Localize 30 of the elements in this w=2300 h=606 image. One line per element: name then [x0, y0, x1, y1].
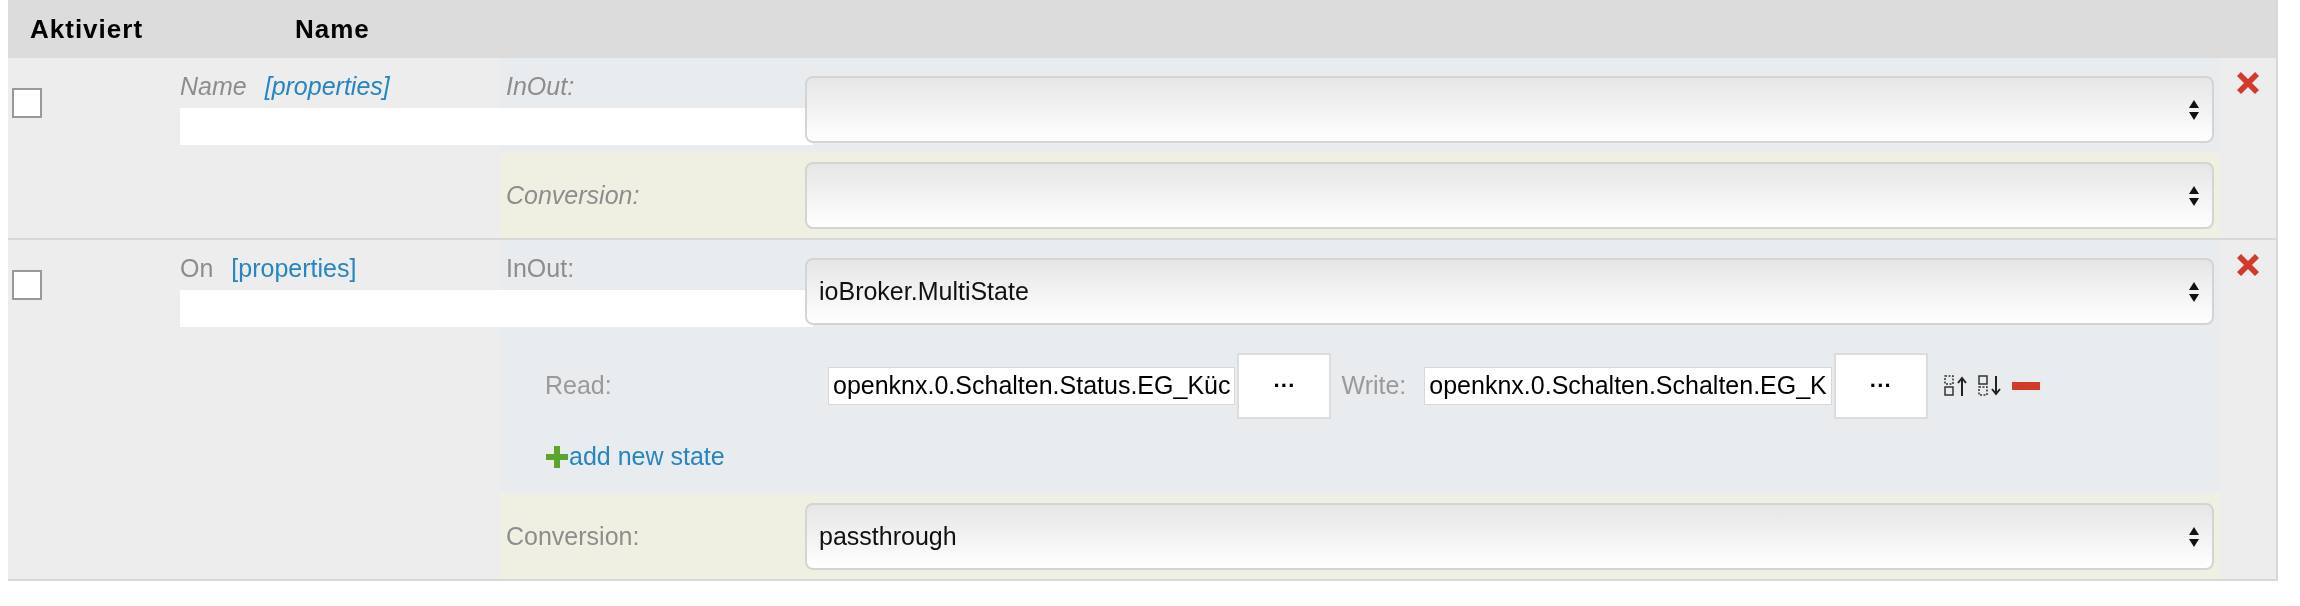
- inout-select[interactable]: ioBroker.MultiState: [805, 258, 2214, 325]
- conversion-label: Conversion:: [505, 181, 641, 210]
- move-up-icon[interactable]: [1943, 374, 1970, 397]
- checkbox[interactable]: [12, 88, 42, 118]
- name-label: On [properties]: [180, 253, 358, 284]
- inout-select[interactable]: [805, 76, 2214, 143]
- browse-button[interactable]: ···: [1237, 352, 1332, 419]
- name-label: Name [properties]: [180, 71, 391, 102]
- select-arrows-icon: [2188, 184, 2200, 207]
- conversion-select[interactable]: [805, 162, 2214, 229]
- column-header: Aktiviert: [29, 13, 145, 45]
- inout-label: InOut:: [505, 253, 576, 284]
- plus-icon: [545, 444, 569, 469]
- select-arrows-icon: [2188, 98, 2200, 121]
- select-arrows-icon: [2188, 280, 2200, 303]
- write-field[interactable]: openknx.0.Schalten.Schalten.EG_K: [1424, 366, 1832, 405]
- read-label: Read:: [544, 371, 613, 400]
- move-down-icon[interactable]: [1977, 374, 2004, 397]
- write-label: Write:: [1341, 371, 1407, 400]
- name-field[interactable]: [180, 107, 813, 145]
- column-header: Name: [294, 13, 371, 45]
- conversion-label: Conversion:: [505, 522, 641, 551]
- conversion-select[interactable]: passthrough: [805, 503, 2214, 570]
- select-arrows-icon: [2188, 525, 2200, 548]
- name-field[interactable]: [180, 289, 813, 327]
- inout-label: InOut:: [505, 71, 576, 102]
- browse-button[interactable]: ···: [1833, 352, 1928, 419]
- remove-icon[interactable]: [2011, 381, 2040, 390]
- checkbox[interactable]: [12, 270, 42, 300]
- read-field[interactable]: openknx.0.Schalten.Status.EG_Küc: [828, 366, 1236, 405]
